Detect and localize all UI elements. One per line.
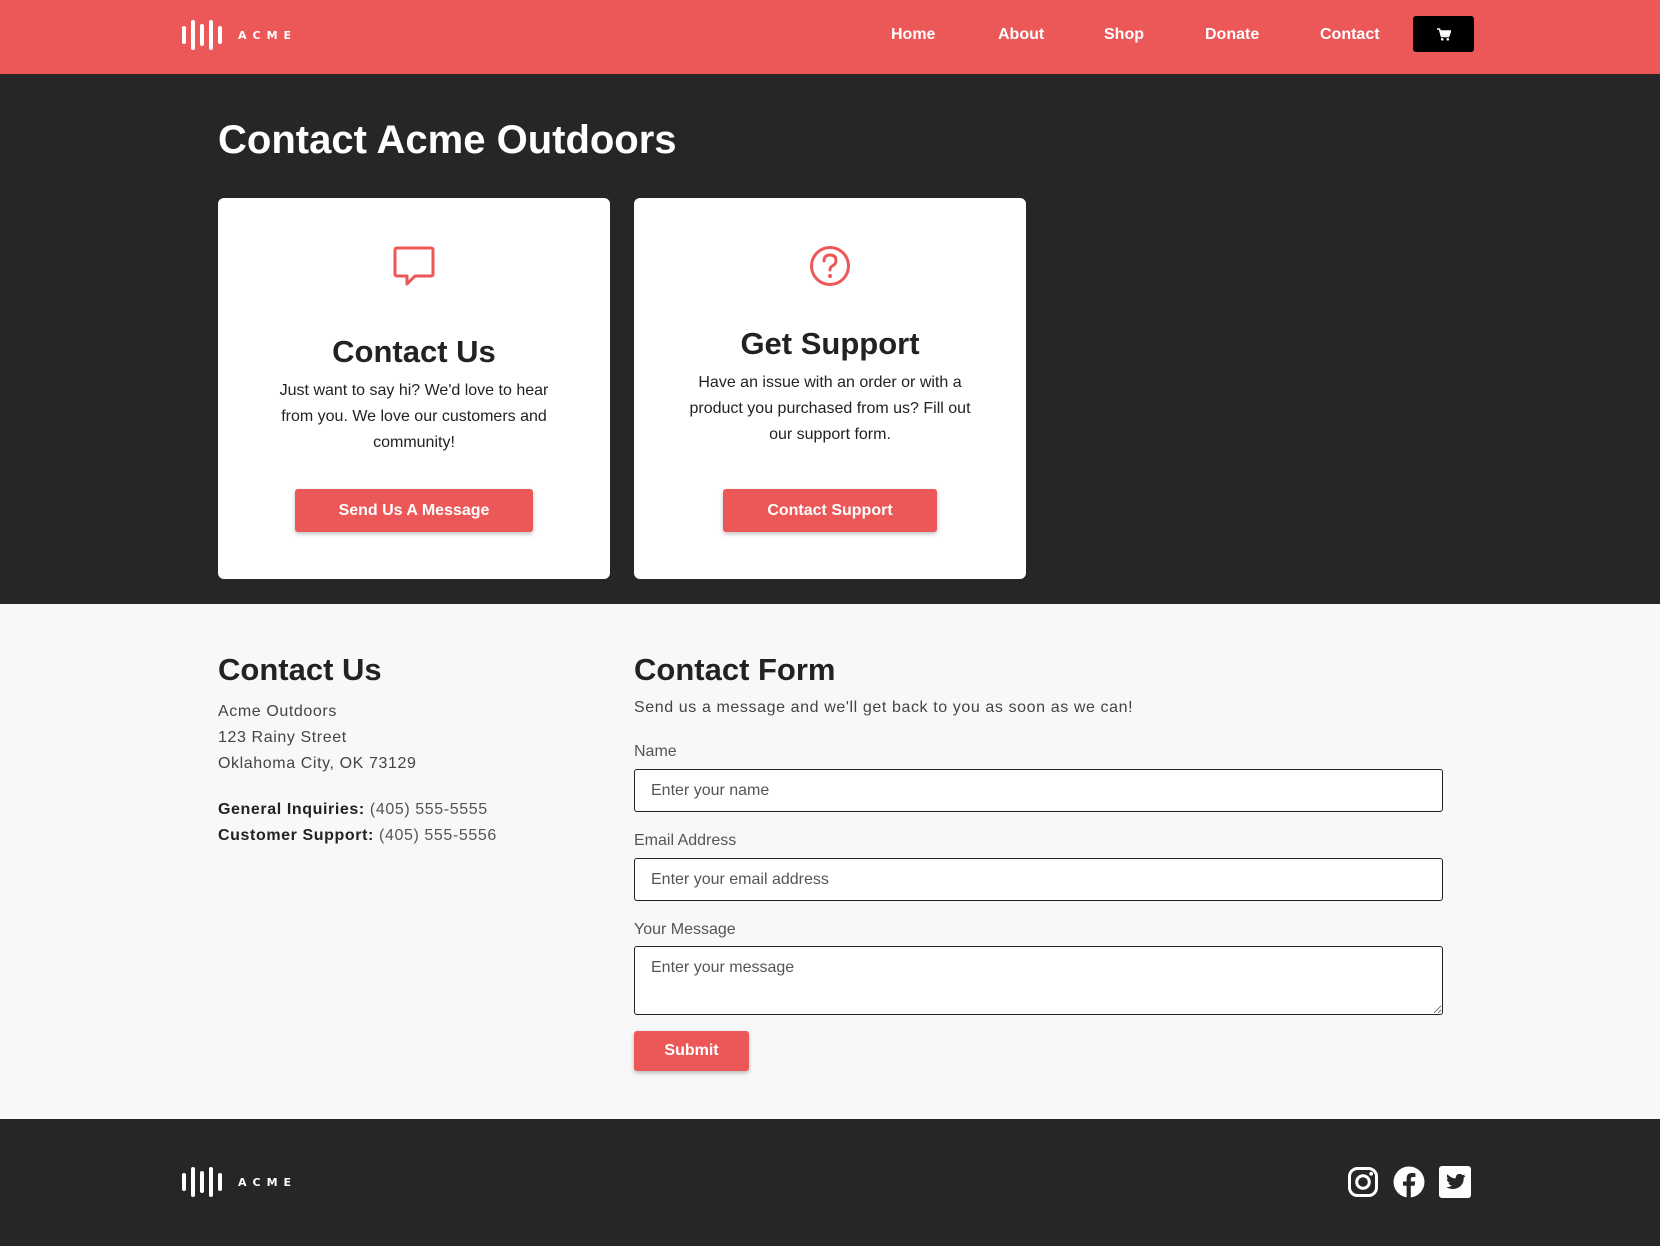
contact-us-heading: Contact Us xyxy=(218,652,382,687)
message-textarea[interactable] xyxy=(634,946,1443,1015)
address-street: 123 Rainy Street xyxy=(218,729,347,746)
name-label: Name xyxy=(634,743,677,760)
card-title: Get Support xyxy=(740,326,920,361)
form-subtitle: Send us a message and we'll get back to … xyxy=(634,699,1134,716)
message-label: Your Message xyxy=(634,921,736,938)
question-circle-icon xyxy=(810,246,850,286)
contact-support-button[interactable]: Contact Support xyxy=(723,489,937,532)
email-label: Email Address xyxy=(634,832,737,849)
nav-home[interactable]: Home xyxy=(891,26,935,44)
address-block: Acme Outdoors 123 Rainy Street Oklahoma … xyxy=(218,699,416,777)
nav-about[interactable]: About xyxy=(998,26,1044,44)
nav-donate[interactable]: Donate xyxy=(1205,26,1259,44)
address-company: Acme Outdoors xyxy=(218,703,337,720)
general-inquiries-line: General Inquiries: (405) 555-5555 xyxy=(218,801,488,819)
card-description: Have an issue with an order or with a pr… xyxy=(689,374,971,443)
customer-support-label: Customer Support: xyxy=(218,827,374,844)
get-support-card: Get Support Have an issue with an order … xyxy=(634,198,1026,579)
header-logo[interactable]: ACME xyxy=(182,19,297,51)
nav-shop[interactable]: Shop xyxy=(1104,26,1144,44)
instagram-icon[interactable] xyxy=(1347,1166,1379,1198)
logo-bars-icon xyxy=(182,20,222,50)
send-message-button[interactable]: Send Us A Message xyxy=(295,489,533,532)
chat-bubble-icon xyxy=(393,246,435,286)
general-inquiries-phone: (405) 555-5555 xyxy=(369,801,488,818)
customer-support-line: Customer Support: (405) 555-5556 xyxy=(218,827,497,845)
cart-button[interactable] xyxy=(1413,16,1474,52)
submit-button[interactable]: Submit xyxy=(634,1031,749,1071)
site-header: ACME Home About Shop Donate Contact xyxy=(0,0,1660,74)
facebook-icon[interactable] xyxy=(1393,1166,1425,1198)
logo-text: ACME xyxy=(238,28,298,42)
twitter-icon[interactable] xyxy=(1439,1166,1471,1198)
card-description: Just want to say hi? We'd love to hear f… xyxy=(279,382,549,451)
name-input[interactable] xyxy=(634,769,1443,812)
page-title: Contact Acme Outdoors xyxy=(218,118,677,162)
customer-support-phone: (405) 555-5556 xyxy=(379,827,497,844)
contact-us-card: Contact Us Just want to say hi? We'd lov… xyxy=(218,198,610,579)
nav-contact[interactable]: Contact xyxy=(1320,26,1380,44)
cart-icon xyxy=(1436,27,1451,41)
general-inquiries-label: General Inquiries: xyxy=(218,801,365,818)
card-title: Contact Us xyxy=(332,334,496,369)
email-input[interactable] xyxy=(634,858,1443,901)
logo-text: ACME xyxy=(238,1175,298,1189)
logo-bars-icon xyxy=(182,1167,222,1197)
contact-form-heading: Contact Form xyxy=(634,652,836,687)
address-city: Oklahoma City, OK 73129 xyxy=(218,755,417,772)
footer-logo[interactable]: ACME xyxy=(182,1166,297,1198)
